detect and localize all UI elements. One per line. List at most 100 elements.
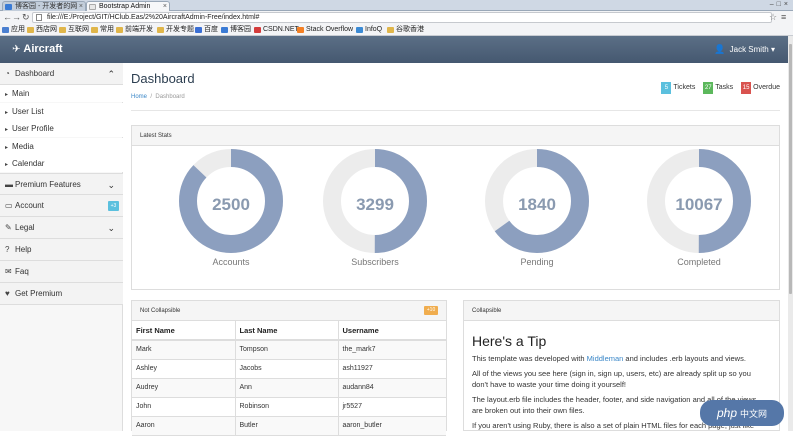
page-favicon-icon (89, 4, 96, 10)
cnblogs-favicon-icon (5, 4, 12, 10)
plane-icon: ✈ (12, 44, 21, 55)
breadcrumb-home-link[interactable]: Home (131, 94, 147, 100)
sidebar-item-get-premium[interactable]: ♥ Get Premium (0, 283, 123, 305)
sidebar: ◔ Dashboard ⌃ ▸ Main ▸ User List ▸ User Prof… (0, 63, 123, 431)
folder-icon (27, 27, 34, 33)
caret-right-icon: ▸ (5, 92, 9, 98)
help-icon: ? (5, 245, 10, 254)
legal-icon: ✎ (5, 223, 12, 232)
latest-stats-panel: Latest Stats 2500 Accounts 3299 Subscrib… (131, 125, 780, 290)
tip-paragraph: All of the views you see here (sign in, … (472, 369, 751, 389)
bookmark-item[interactable]: 互联网 (59, 24, 89, 36)
sidebar-item-calendar[interactable]: ▸ Calendar (0, 155, 123, 172)
user-menu[interactable]: 👤 Jack Smith ▾ (714, 36, 775, 63)
bookmark-item[interactable]: 西店网 (27, 24, 57, 36)
table-row: John Robinson jr5527 (132, 397, 446, 417)
bookmark-item[interactable]: 开发专题 (157, 24, 194, 36)
sidebar-item-user-list[interactable]: ▸ User List (0, 103, 123, 120)
table-cell: the_mark7 (338, 340, 446, 360)
browser-tab-bootstrap-admin[interactable]: Bootstrap Admin × (86, 1, 170, 11)
page-scrollbar[interactable] (788, 36, 793, 431)
dashboard-icon: ◔ (5, 69, 10, 78)
chevron-down-icon: ⌄ (107, 223, 115, 233)
chevron-down-icon: ⌄ (107, 180, 115, 190)
top-stats: 5 Tickets 27 Tasks 15 Overdue (655, 82, 780, 94)
gauge-label: Subscribers (351, 257, 399, 267)
breadcrumb-current: Dashboard (155, 94, 185, 100)
sidebar-item-account[interactable]: ▭ Account +3 (0, 195, 123, 217)
table-row: Ashley Jacobs ash11927 (132, 359, 446, 379)
table-header-row: First Name Last Name Username (132, 321, 446, 341)
sidebar-item-media[interactable]: ▸ Media (0, 138, 123, 155)
url-text: file:///E:/Project/GIT/HClub.Eas/2%20Air… (47, 14, 260, 21)
sidebar-item-legal[interactable]: ✎ Legal ⌄ (0, 217, 123, 239)
table-cell: audann84 (338, 378, 446, 398)
tasks-count: 27 (703, 82, 714, 94)
middleman-link[interactable]: Middleman (587, 354, 624, 363)
browser-menu-icon[interactable]: ≡ (781, 12, 786, 23)
users-table: First Name Last Name Username Mark Tompso… (132, 321, 446, 436)
gauge-accounts: 2500 Accounts (172, 149, 290, 267)
gauge-value: 1840 (518, 195, 556, 214)
browser-tab-cnblogs[interactable]: 博客园 - 开发者的网 × (2, 1, 86, 11)
bookmark-item[interactable]: 应用 (2, 24, 25, 36)
bookmarks-bar: 应用 西店网 互联网 常用 前端开发 开发专题 百度 博客园 CSDN.NET … (0, 24, 793, 36)
close-tab-icon[interactable]: × (163, 2, 167, 11)
gauge-subscribers: 3299 Subscribers (316, 149, 434, 267)
close-tab-icon[interactable]: × (79, 2, 83, 11)
column-header: First Name (132, 321, 236, 341)
bookmark-item[interactable]: 谷歌香港 (387, 24, 424, 36)
bookmark-item[interactable]: Stack Overflow (297, 24, 353, 36)
gauge-label: Completed (677, 257, 721, 267)
count-badge: +10 (424, 306, 438, 315)
breadcrumb: Home / Dashboard (131, 94, 185, 100)
divider (131, 110, 780, 111)
cnblogs-icon (221, 27, 228, 33)
stackoverflow-icon (297, 27, 304, 33)
tickets-label[interactable]: Tickets (673, 84, 695, 91)
scrollbar-thumb[interactable] (789, 44, 792, 294)
table-cell: Tompson (235, 340, 339, 360)
sidebar-item-user-profile[interactable]: ▸ User Profile (0, 120, 123, 137)
tasks-label[interactable]: Tasks (715, 84, 733, 91)
sidebar-item-faq[interactable]: ✉ Faq (0, 261, 123, 283)
sidebar-item-help[interactable]: ? Help (0, 239, 123, 261)
bookmark-star-icon[interactable]: ☆ (769, 12, 777, 23)
app-navbar: ✈ Aircraft 👤 Jack Smith ▾ (0, 36, 793, 63)
not-collapsible-panel: Not Collapsible +10 First Name Last Name… (131, 300, 447, 436)
panel-title: Not Collapsible (140, 308, 181, 314)
table-cell: aaron_butler (338, 416, 446, 436)
php-cn-watermark: php 中文网 (700, 400, 784, 426)
folder-icon (59, 27, 66, 33)
apps-icon (2, 27, 9, 33)
sidebar-item-main[interactable]: ▸ Main (0, 85, 123, 102)
bookmark-item[interactable]: 前端开发 (116, 24, 153, 36)
forward-arrow-icon[interactable]: → (12, 12, 21, 23)
column-header: Username (338, 321, 446, 341)
tab-label: Bootstrap Admin (99, 3, 151, 10)
panel-header: Not Collapsible +10 (132, 301, 446, 321)
gauge-pending: 1840 Pending (478, 149, 596, 267)
back-arrow-icon[interactable]: ← (3, 12, 12, 23)
bookmark-item[interactable]: 博客园 (221, 24, 251, 36)
window-controls[interactable]: –□× (770, 1, 791, 8)
sidebar-item-dashboard[interactable]: ◔ Dashboard ⌃ (0, 63, 123, 85)
tab-label: 博客园 - 开发者的网 (15, 3, 78, 10)
browser-tab-bar: 博客园 - 开发者的网 × Bootstrap Admin × –□× (0, 0, 793, 11)
brand-logo[interactable]: ✈ Aircraft (12, 36, 63, 63)
breadcrumb-separator: / (150, 94, 153, 100)
bookmark-item[interactable]: 常用 (91, 24, 114, 36)
panel-title[interactable]: Collapsible (464, 301, 779, 321)
reload-icon[interactable]: ↻ (22, 12, 30, 23)
heart-icon: ♥ (5, 289, 10, 298)
bookmark-item[interactable]: 百度 (195, 24, 218, 36)
overdue-count: 15 (741, 82, 752, 94)
sidebar-item-premium-features[interactable]: ▬ Premium Features ⌄ (0, 173, 123, 195)
bookmark-item[interactable]: InfoQ (356, 24, 382, 36)
url-input[interactable]: file:///E:/Project/GIT/HClub.Eas/2%20Air… (32, 12, 772, 23)
table-cell: Robinson (235, 397, 339, 417)
table-cell: Ann (235, 378, 339, 398)
premium-icon: ▬ (5, 180, 13, 189)
bookmark-item[interactable]: CSDN.NET (254, 24, 299, 36)
overdue-label[interactable]: Overdue (753, 84, 780, 91)
